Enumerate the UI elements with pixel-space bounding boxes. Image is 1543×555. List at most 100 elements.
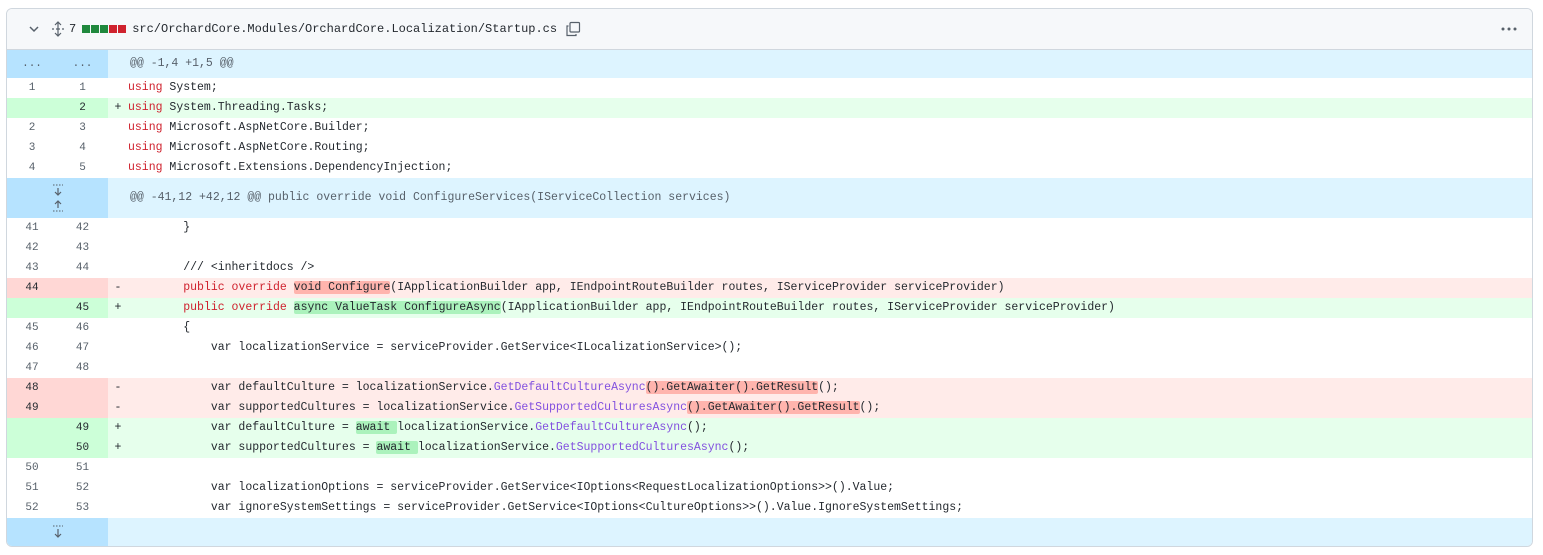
- right-line-number[interactable]: 45: [57, 298, 108, 318]
- diff-sign: +: [114, 421, 122, 434]
- left-line-number[interactable]: [7, 438, 57, 458]
- right-line-number[interactable]: 52: [57, 478, 108, 498]
- code-token: GetDefaultCultureAsync: [493, 381, 646, 394]
- code-line: using Microsoft.AspNetCore.Routing;: [128, 138, 1532, 158]
- left-line-number[interactable]: 2: [7, 118, 57, 138]
- left-line-number[interactable]: 41: [7, 218, 57, 238]
- chevron-down-icon[interactable]: [27, 22, 41, 36]
- code-token: var supportedCultures =: [128, 441, 377, 454]
- code-line: var ignoreSystemSettings = serviceProvid…: [128, 498, 1532, 518]
- hunk-text: @@ -1,4 +1,5 @@: [130, 57, 234, 70]
- code-token: ();: [818, 381, 839, 394]
- right-line-number[interactable]: [57, 378, 108, 398]
- context-line: 50 51: [7, 458, 1532, 478]
- right-line-number[interactable]: 46: [57, 318, 108, 338]
- left-line-number[interactable]: 49: [7, 398, 57, 418]
- code-token: ().GetAwaiter().GetResult: [645, 381, 819, 394]
- diff-sign: [108, 138, 128, 158]
- code-line: }: [128, 218, 1532, 238]
- code-token: using: [128, 101, 163, 114]
- code-token: GetDefaultCultureAsync: [535, 421, 688, 434]
- added-line: 2 + using System.Threading.Tasks;: [7, 98, 1532, 118]
- kebab-horizontal-icon[interactable]: [1500, 21, 1518, 37]
- right-line-number[interactable]: 42: [57, 218, 108, 238]
- file-path[interactable]: src/OrchardCore.Modules/OrchardCore.Loca…: [132, 22, 557, 36]
- right-line-number[interactable]: 1: [57, 78, 108, 98]
- code-token: ();: [687, 421, 708, 434]
- right-line-number[interactable]: 53: [57, 498, 108, 518]
- diffstat-block: [91, 25, 100, 33]
- left-line-number[interactable]: 43: [7, 258, 57, 278]
- right-line-number[interactable]: 49: [57, 418, 108, 438]
- diff-sign: [108, 318, 128, 338]
- left-line-number[interactable]: 47: [7, 358, 57, 378]
- unfold-icon[interactable]: [51, 21, 65, 37]
- left-line-number[interactable]: [7, 298, 57, 318]
- right-line-number[interactable]: [57, 398, 108, 418]
- context-line: 43 44 /// <inheritdocs />: [7, 258, 1532, 278]
- code-token: async ValueTask ConfigureAsync: [293, 301, 501, 314]
- code-line: public override async ValueTask Configur…: [128, 298, 1532, 318]
- right-line-number[interactable]: 50: [57, 438, 108, 458]
- right-line-number[interactable]: 48: [57, 358, 108, 378]
- left-line-number[interactable]: 1: [7, 78, 57, 98]
- right-line-number[interactable]: 51: [57, 458, 108, 478]
- left-line-number[interactable]: 52: [7, 498, 57, 518]
- right-line-number[interactable]: 2: [57, 98, 108, 118]
- right-line-number[interactable]: 4: [57, 138, 108, 158]
- code-token: var ignoreSystemSettings = serviceProvid…: [128, 501, 964, 514]
- code-line: public override void Configure(IApplicat…: [128, 278, 1532, 298]
- copy-icon[interactable]: [565, 21, 581, 37]
- left-line-number[interactable]: 50: [7, 458, 57, 478]
- diff-table: ... ... @@ -1,4 +1,5 @@ 1 1 using System; 2…: [7, 50, 1532, 546]
- diff-sign: +: [114, 301, 122, 314]
- right-line-number[interactable]: 5: [57, 158, 108, 178]
- code-token: localizationService.: [397, 421, 536, 434]
- diff-sign: +: [114, 441, 122, 454]
- left-line-number[interactable]: 42: [7, 238, 57, 258]
- hunk-right-ellipsis[interactable]: ...: [57, 50, 108, 78]
- right-line-number[interactable]: [57, 278, 108, 298]
- right-line-number[interactable]: 47: [57, 338, 108, 358]
- context-line: 1 1 using System;: [7, 78, 1532, 98]
- code-token: var localizationOptions = serviceProvide…: [128, 481, 895, 494]
- hunk-left-ellipsis[interactable]: ...: [7, 50, 57, 78]
- code-token: Microsoft.AspNetCore.Builder;: [162, 121, 370, 134]
- hunk-footer: [7, 518, 1532, 546]
- code-token: {: [128, 321, 191, 334]
- left-line-number[interactable]: [7, 418, 57, 438]
- diff-sign: -: [114, 381, 122, 394]
- diff-sign: [108, 238, 128, 258]
- code-token: localizationService.: [417, 441, 556, 454]
- left-line-number[interactable]: 46: [7, 338, 57, 358]
- deleted-line: 48 - var defaultCulture = localizationSer…: [7, 378, 1532, 398]
- context-line: 52 53 var ignoreSystemSettings = serviceP…: [7, 498, 1532, 518]
- right-line-number[interactable]: 44: [57, 258, 108, 278]
- expand-down-button[interactable]: [7, 518, 108, 546]
- right-line-number[interactable]: 43: [57, 238, 108, 258]
- code-token: (IApplicationBuilder app, IEndpointRoute…: [500, 301, 1115, 314]
- left-line-number[interactable]: 3: [7, 138, 57, 158]
- hunk-header: @@ -41,12 +42,12 @@ public override void…: [7, 178, 1532, 218]
- left-line-number[interactable]: 44: [7, 278, 57, 298]
- left-line-number[interactable]: 48: [7, 378, 57, 398]
- code-token: Microsoft.AspNetCore.Routing;: [162, 141, 370, 154]
- left-line-number[interactable]: 45: [7, 318, 57, 338]
- code-token: Microsoft.Extensions.DependencyInjection…: [162, 161, 453, 174]
- expand-both-button[interactable]: [7, 178, 108, 218]
- left-line-number[interactable]: 51: [7, 478, 57, 498]
- left-line-number[interactable]: 4: [7, 158, 57, 178]
- context-line: 2 3 using Microsoft.AspNetCore.Builder;: [7, 118, 1532, 138]
- code-token: public: [183, 301, 225, 314]
- diffstat-block: [118, 25, 127, 33]
- diff-sign: [108, 458, 128, 478]
- code-line: var supportedCultures = localizationServ…: [128, 398, 1532, 418]
- diff-sign: [108, 78, 128, 98]
- diff-sign: [108, 218, 128, 238]
- left-line-number[interactable]: [7, 98, 57, 118]
- right-line-number[interactable]: 3: [57, 118, 108, 138]
